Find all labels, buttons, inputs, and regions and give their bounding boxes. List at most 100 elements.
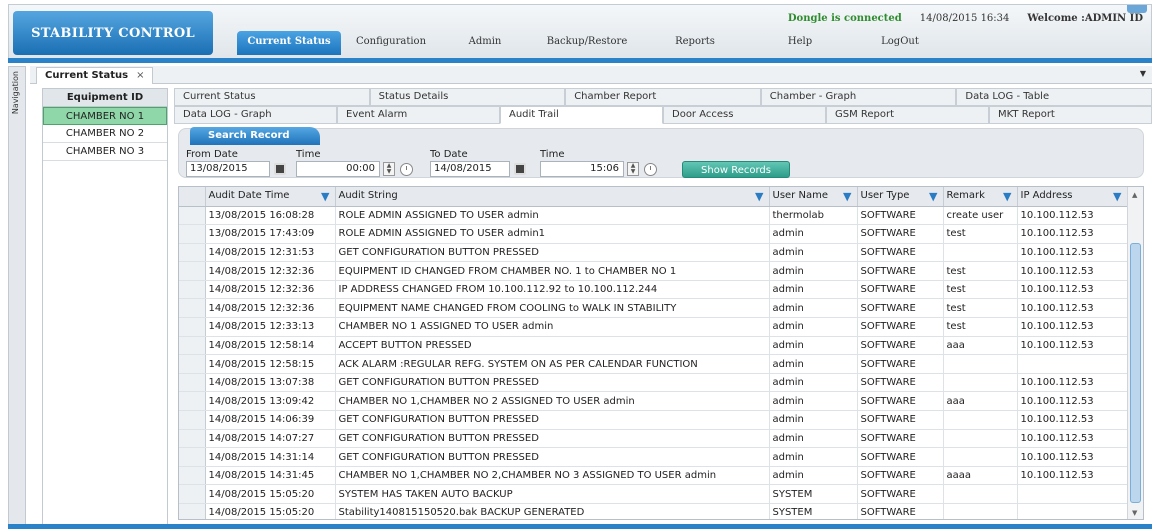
- tab-data-log-graph[interactable]: Data LOG - Graph: [174, 106, 337, 124]
- close-icon[interactable]: ×: [136, 70, 144, 81]
- table-row[interactable]: 14/08/2015 12:33:13 CHAMBER NO 1 ASSIGNED…: [179, 317, 1128, 337]
- filter-icon[interactable]: ▼: [843, 190, 851, 203]
- row-selector[interactable]: [179, 280, 206, 300]
- row-selector[interactable]: [179, 354, 206, 374]
- table-row[interactable]: 14/08/2015 15:05:20 SYSTEM HAS TAKEN AUTO…: [179, 484, 1128, 504]
- time-spinner-icon[interactable]: ▲ ▼: [627, 162, 639, 176]
- column-header-user-name[interactable]: User Name ▼: [769, 187, 858, 207]
- menu-admin[interactable]: Admin: [441, 31, 529, 55]
- doc-tab-current-status[interactable]: Current Status ×: [36, 67, 154, 84]
- row-selector[interactable]: [179, 503, 206, 519]
- row-selector[interactable]: [179, 391, 206, 412]
- clock-icon[interactable]: [400, 163, 413, 176]
- chevron-down-icon[interactable]: ▼: [1140, 69, 1146, 78]
- cell-audit-date-time: 14/08/2015 13:09:42: [205, 391, 336, 412]
- tab-audit-trail[interactable]: Audit Trail: [500, 106, 663, 124]
- table-row[interactable]: 14/08/2015 14:06:39 GET CONFIGURATION BUT…: [179, 410, 1128, 430]
- scroll-down-icon[interactable]: ▼: [1132, 509, 1137, 517]
- column-header-remark[interactable]: Remark ▼: [943, 187, 1018, 207]
- clock-icon[interactable]: [644, 163, 657, 176]
- collapse-header-button[interactable]: [1127, 5, 1147, 13]
- table-row[interactable]: 14/08/2015 13:09:42 CHAMBER NO 1,CHAMBER …: [179, 391, 1128, 412]
- calendar-icon[interactable]: [514, 163, 526, 175]
- row-selector[interactable]: [179, 224, 206, 244]
- menu-logout[interactable]: LogOut: [855, 31, 945, 55]
- filter-icon[interactable]: ▼: [1003, 190, 1011, 203]
- menu-reports[interactable]: Reports: [645, 31, 745, 55]
- cell-user-type: SOFTWARE: [857, 298, 944, 319]
- table-row[interactable]: 13/08/2015 16:08:28 ROLE ADMIN ASSIGNED T…: [179, 206, 1128, 226]
- show-records-button[interactable]: Show Records: [682, 161, 790, 178]
- table-row[interactable]: 14/08/2015 12:32:36 EQUIPMENT ID CHANGED …: [179, 261, 1128, 281]
- cell-remark: test: [943, 224, 1018, 244]
- filter-icon[interactable]: ▼: [1113, 190, 1121, 203]
- cell-audit-date-time: 14/08/2015 12:31:53: [205, 243, 336, 263]
- menu-help[interactable]: Help: [745, 31, 855, 55]
- table-row[interactable]: 14/08/2015 13:07:38 GET CONFIGURATION BUT…: [179, 373, 1128, 393]
- row-selector[interactable]: [179, 206, 206, 226]
- table-row[interactable]: 14/08/2015 15:05:20 Stability140815150520…: [179, 503, 1128, 519]
- tab-status-details[interactable]: Status Details: [369, 88, 566, 106]
- from-date-field[interactable]: 13/08/2015: [186, 161, 270, 177]
- row-selector[interactable]: [179, 373, 206, 393]
- cell-audit-date-time: 14/08/2015 12:58:14: [205, 336, 336, 356]
- row-selector[interactable]: [179, 484, 206, 504]
- cell-audit-date-time: 14/08/2015 14:07:27: [205, 429, 336, 449]
- row-selector[interactable]: [179, 447, 206, 467]
- column-header-ip-address[interactable]: IP Address ▼: [1017, 187, 1128, 207]
- column-header-audit-date-time[interactable]: Audit Date Time ▼: [205, 187, 336, 207]
- to-time-field[interactable]: 15:06: [540, 161, 624, 177]
- cell-user-type: SOFTWARE: [857, 410, 944, 430]
- tab-gsm-report[interactable]: GSM Report: [826, 106, 989, 124]
- table-row[interactable]: 14/08/2015 12:32:36 IP ADDRESS CHANGED FR…: [179, 280, 1128, 300]
- cell-user-type: SOFTWARE: [857, 354, 944, 374]
- tab-event-alarm[interactable]: Event Alarm: [337, 106, 500, 124]
- row-selector[interactable]: [179, 243, 206, 263]
- navigation-panel-toggle[interactable]: Navigation: [8, 66, 26, 526]
- filter-icon[interactable]: ▼: [755, 190, 763, 203]
- tab-chamber-report[interactable]: Chamber Report: [565, 88, 761, 106]
- document-tab-bar: Current Status × ▼: [30, 66, 1152, 84]
- calendar-icon[interactable]: [274, 163, 286, 175]
- row-selector[interactable]: [179, 261, 206, 281]
- tab-mkt-report[interactable]: MKT Report: [989, 106, 1152, 124]
- table-row[interactable]: 14/08/2015 12:31:53 GET CONFIGURATION BUT…: [179, 243, 1128, 263]
- table-row[interactable]: 14/08/2015 14:31:45 CHAMBER NO 1,CHAMBER …: [179, 466, 1128, 486]
- cell-user-name: admin: [769, 466, 858, 486]
- row-selector[interactable]: [179, 336, 206, 356]
- table-row[interactable]: 14/08/2015 14:07:27 GET CONFIGURATION BUT…: [179, 429, 1128, 449]
- equipment-item-chamber-2[interactable]: CHAMBER NO 2: [43, 125, 167, 143]
- menu-current-status[interactable]: Current Status: [237, 31, 341, 55]
- table-row[interactable]: 13/08/2015 17:43:09 ROLE ADMIN ASSIGNED T…: [179, 224, 1128, 244]
- menu-configuration[interactable]: Configuration: [341, 31, 441, 55]
- tab-current-status[interactable]: Current Status: [174, 88, 370, 106]
- equipment-item-chamber-3[interactable]: CHAMBER NO 3: [43, 143, 167, 161]
- table-row[interactable]: 14/08/2015 12:58:15 ACK ALARM :REGULAR RE…: [179, 354, 1128, 374]
- row-selector[interactable]: [179, 429, 206, 449]
- tab-data-log-table[interactable]: Data LOG - Table: [956, 88, 1152, 106]
- table-row[interactable]: 14/08/2015 12:58:14 ACCEPT BUTTON PRESSED…: [179, 336, 1128, 356]
- filter-icon[interactable]: ▼: [929, 190, 937, 203]
- tab-door-access[interactable]: Door Access: [663, 106, 826, 124]
- cell-ip-address: 10.100.112.53: [1017, 336, 1128, 356]
- from-time-field[interactable]: 00:00: [296, 161, 380, 177]
- row-selector[interactable]: [179, 317, 206, 337]
- tab-chamber-graph[interactable]: Chamber - Graph: [760, 88, 957, 106]
- column-header-audit-string[interactable]: Audit String ▼: [335, 187, 770, 207]
- scrollbar-thumb[interactable]: [1130, 243, 1141, 503]
- equipment-item-chamber-1[interactable]: CHAMBER NO 1: [43, 107, 167, 125]
- time-spinner-icon[interactable]: ▲ ▼: [383, 162, 395, 176]
- table-row[interactable]: 14/08/2015 12:32:36 EQUIPMENT NAME CHANGE…: [179, 298, 1128, 319]
- menu-backup-restore[interactable]: Backup/Restore: [529, 31, 645, 55]
- row-selector[interactable]: [179, 466, 206, 486]
- to-date-field[interactable]: 14/08/2015: [430, 161, 510, 177]
- cell-user-type: SOFTWARE: [857, 373, 944, 393]
- table-row[interactable]: 14/08/2015 14:31:14 GET CONFIGURATION BUT…: [179, 447, 1128, 467]
- row-selector[interactable]: [179, 410, 206, 430]
- vertical-scrollbar[interactable]: ▲ ▼: [1127, 187, 1143, 519]
- filter-icon[interactable]: ▼: [321, 190, 329, 203]
- scroll-up-icon[interactable]: ▲: [1132, 191, 1137, 199]
- column-header-user-type[interactable]: User Type ▼: [857, 187, 944, 207]
- row-selector[interactable]: [179, 298, 206, 319]
- cell-audit-date-time: 14/08/2015 12:33:13: [205, 317, 336, 337]
